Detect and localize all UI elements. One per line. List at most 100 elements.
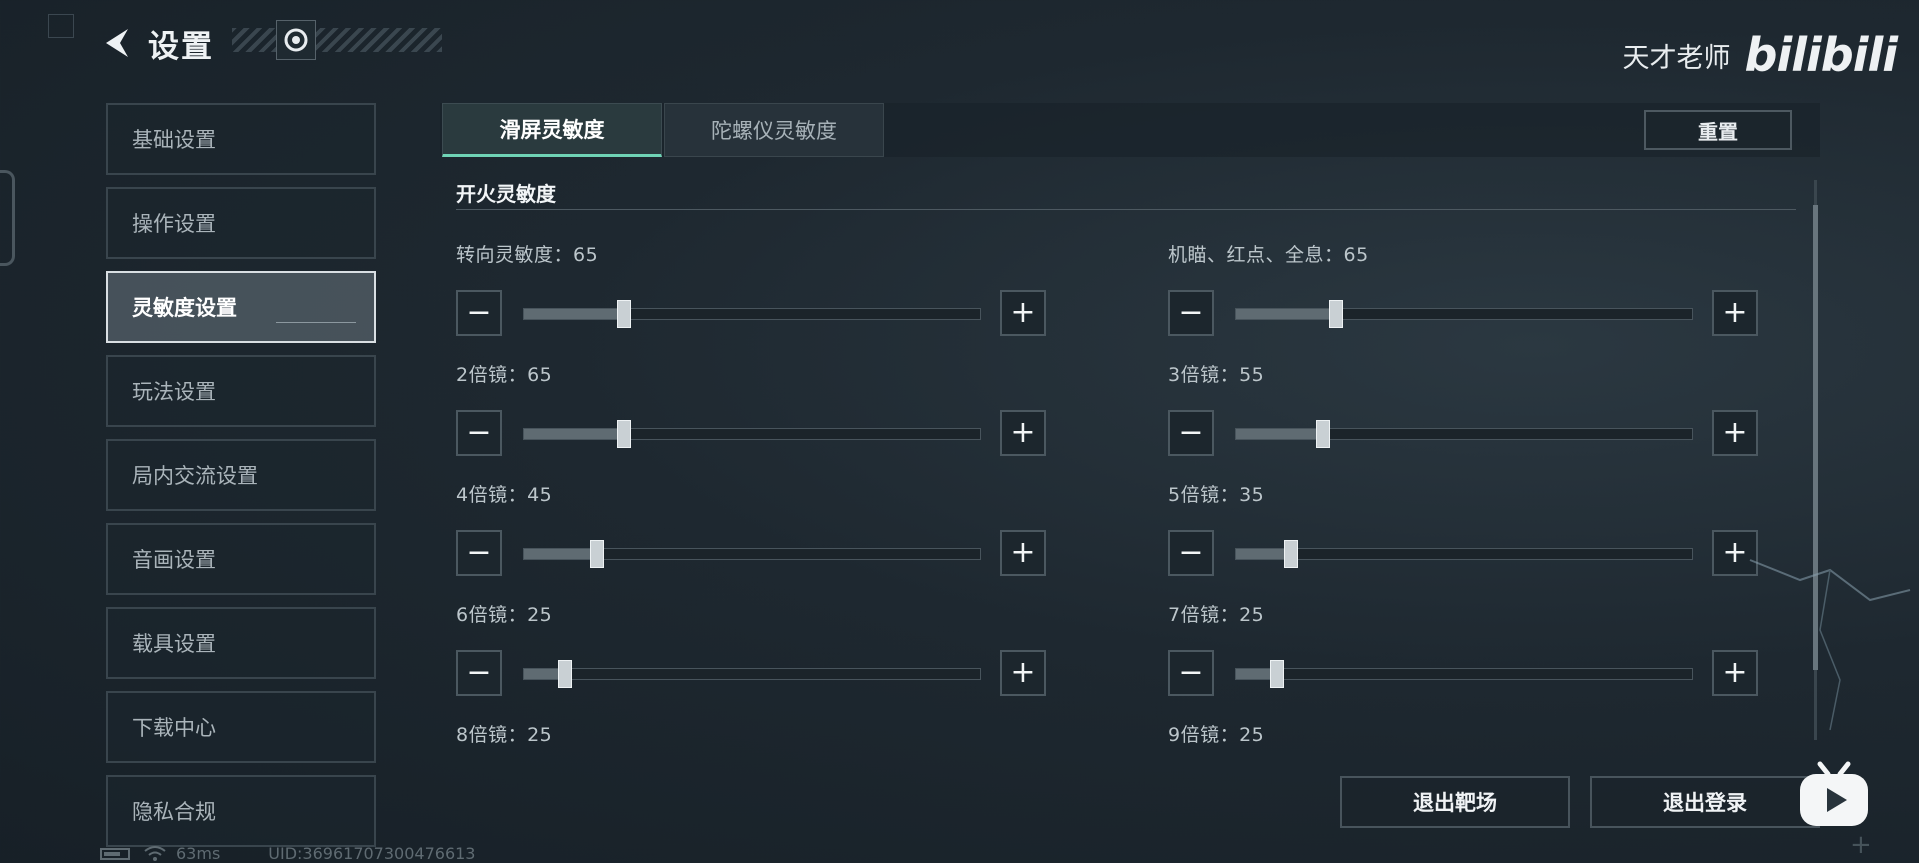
decrease-button[interactable]: −: [456, 530, 502, 576]
slider-thumb[interactable]: [617, 300, 632, 328]
sidebar-item-audio-video[interactable]: 音画设置: [106, 523, 376, 595]
sidebar-item-privacy[interactable]: 隐私合规: [106, 775, 376, 847]
slider-fill: [524, 549, 597, 559]
slider-list: 转向灵敏度：65 − + 机瞄、红点、全息：65 − + 2倍镜：65 − + …: [456, 240, 1816, 745]
decrease-button[interactable]: −: [456, 290, 502, 336]
wifi-icon: [144, 845, 166, 861]
bilibili-tv-icon: [1800, 761, 1868, 826]
sidebar-item-basic[interactable]: 基础设置: [106, 103, 376, 175]
battery-icon: [100, 847, 130, 860]
logout-button[interactable]: 退出登录: [1590, 776, 1820, 828]
slider-label: 9倍镜：25: [1168, 724, 1265, 745]
tab-swipe-sensitivity[interactable]: 滑屏灵敏度: [442, 103, 662, 157]
back-icon[interactable]: [100, 23, 132, 63]
increase-button[interactable]: +: [1000, 530, 1046, 576]
slider-thumb[interactable]: [1315, 420, 1330, 448]
decrease-button[interactable]: −: [1168, 410, 1214, 456]
sidebar-item-communication[interactable]: 局内交流设置: [106, 439, 376, 511]
slider-6x-scope: 6倍镜：25 − +: [456, 600, 1056, 720]
slider-9x-scope: 9倍镜：25: [1168, 720, 1768, 745]
increase-button[interactable]: +: [1000, 650, 1046, 696]
sidebar-item-gameplay[interactable]: 玩法设置: [106, 355, 376, 427]
slider-track[interactable]: [523, 420, 981, 448]
lightning-decoration: [1749, 559, 1911, 731]
sidebar-item-label: 载具设置: [132, 632, 216, 656]
watermark: 天才老师 bilibili: [1622, 28, 1898, 82]
watermark-author: 天才老师: [1622, 42, 1731, 74]
slider-fill: [524, 309, 625, 319]
increase-button[interactable]: +: [1000, 290, 1046, 336]
sidebar-item-label: 音画设置: [132, 548, 216, 572]
sidebar: 基础设置 操作设置 灵敏度设置 玩法设置 局内交流设置 音画设置 载具设置 下载…: [106, 103, 376, 859]
tab-bar: 滑屏灵敏度 陀螺仪灵敏度: [440, 103, 1820, 157]
reset-button[interactable]: 重置: [1644, 110, 1792, 150]
ping-value: 63ms: [176, 844, 221, 863]
page-header: 设置: [100, 18, 214, 68]
decrease-button[interactable]: −: [1168, 530, 1214, 576]
corner-plus-icon: +: [1850, 830, 1872, 860]
sidebar-item-label: 隐私合规: [132, 800, 216, 824]
status-bar: 63ms UID:36961707300476613: [100, 844, 475, 863]
slider-thumb[interactable]: [1283, 540, 1298, 568]
increase-button[interactable]: +: [1712, 290, 1758, 336]
decrease-button[interactable]: −: [456, 410, 502, 456]
exit-range-button[interactable]: 退出靶场: [1340, 776, 1570, 828]
sidebar-item-label: 基础设置: [132, 128, 216, 152]
slider-2x-scope: 2倍镜：65 − +: [456, 360, 1056, 480]
slider-fill: [1236, 429, 1323, 439]
slider-8x-scope: 8倍镜：25: [456, 720, 1056, 745]
slider-track[interactable]: [523, 540, 981, 568]
section-divider: [456, 209, 1796, 210]
decrease-button[interactable]: −: [1168, 650, 1214, 696]
slider-track[interactable]: [523, 660, 981, 688]
profile-icon[interactable]: [276, 20, 316, 60]
slider-7x-scope: 7倍镜：25 − +: [1168, 600, 1768, 720]
slider-iron-sight: 机瞄、红点、全息：65 − +: [1168, 240, 1768, 360]
slider-3x-scope: 3倍镜：55 − +: [1168, 360, 1768, 480]
slider-fill: [1236, 549, 1291, 559]
header-stripes: [232, 28, 442, 52]
sidebar-item-label: 操作设置: [132, 212, 216, 236]
sidebar-item-label: 局内交流设置: [132, 464, 258, 488]
slider-label: 3倍镜：55: [1168, 364, 1265, 386]
slider-fill: [1236, 309, 1337, 319]
slider-track[interactable]: [1235, 540, 1693, 568]
slider-label: 2倍镜：65: [456, 364, 553, 386]
tab-gyro-sensitivity[interactable]: 陀螺仪灵敏度: [664, 103, 884, 157]
corner-frame: [48, 14, 74, 38]
slider-track[interactable]: [1235, 420, 1693, 448]
user-uid: UID:36961707300476613: [268, 844, 476, 863]
left-edge-bracket: [0, 170, 15, 266]
slider-track[interactable]: [1235, 300, 1693, 328]
slider-fill: [524, 429, 625, 439]
decrease-button[interactable]: −: [1168, 290, 1214, 336]
slider-label: 4倍镜：45: [456, 484, 553, 506]
sidebar-item-label: 玩法设置: [132, 380, 216, 404]
bilibili-logo: bilibili: [1744, 28, 1898, 82]
increase-button[interactable]: +: [1712, 410, 1758, 456]
sidebar-item-label: 下载中心: [132, 716, 216, 740]
slider-track[interactable]: [523, 300, 981, 328]
slider-label: 6倍镜：25: [456, 604, 553, 626]
sidebar-item-controls[interactable]: 操作设置: [106, 187, 376, 259]
sidebar-item-vehicle[interactable]: 载具设置: [106, 607, 376, 679]
slider-turn-sensitivity: 转向灵敏度：65 − +: [456, 240, 1056, 360]
increase-button[interactable]: +: [1000, 410, 1046, 456]
slider-label: 机瞄、红点、全息：65: [1168, 244, 1369, 266]
decrease-button[interactable]: −: [456, 650, 502, 696]
slider-thumb[interactable]: [1329, 300, 1344, 328]
sidebar-item-label: 灵敏度设置: [132, 296, 237, 320]
slider-4x-scope: 4倍镜：45 − +: [456, 480, 1056, 600]
slider-thumb[interactable]: [1270, 660, 1285, 688]
sidebar-item-sensitivity[interactable]: 灵敏度设置: [106, 271, 376, 343]
page-title: 设置: [148, 28, 214, 65]
slider-thumb[interactable]: [558, 660, 573, 688]
slider-track[interactable]: [1235, 660, 1693, 688]
slider-thumb[interactable]: [617, 420, 632, 448]
slider-label: 7倍镜：25: [1168, 604, 1265, 626]
slider-5x-scope: 5倍镜：35 − +: [1168, 480, 1768, 600]
sidebar-item-download[interactable]: 下载中心: [106, 691, 376, 763]
slider-label: 5倍镜：35: [1168, 484, 1265, 506]
slider-label: 转向灵敏度：65: [456, 244, 599, 266]
slider-thumb[interactable]: [589, 540, 604, 568]
